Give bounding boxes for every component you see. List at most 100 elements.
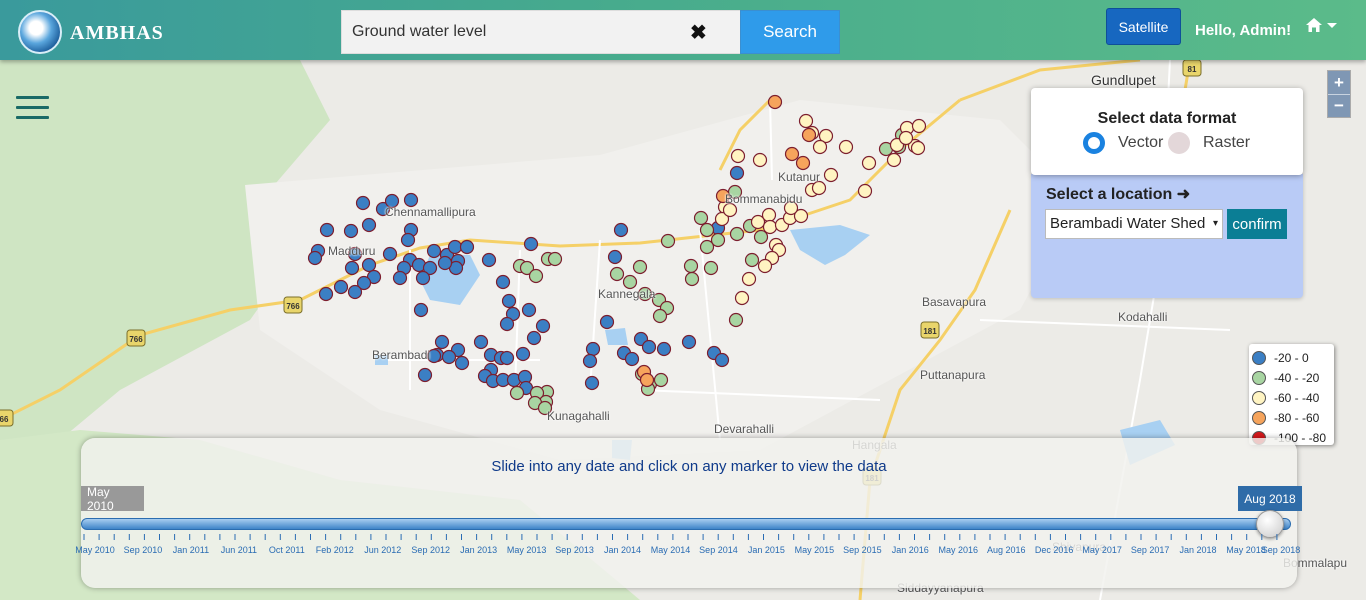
zoom-in-button[interactable]: + bbox=[1328, 71, 1350, 94]
well-marker bbox=[911, 118, 927, 134]
well-marker bbox=[599, 314, 615, 330]
place-label: Chennamallipura bbox=[385, 205, 476, 219]
well-marker bbox=[547, 251, 563, 267]
well-marker bbox=[499, 316, 515, 332]
timeline-tick-label: Oct 2011 bbox=[268, 545, 305, 555]
confirm-button[interactable]: confirm bbox=[1227, 209, 1287, 239]
well-marker bbox=[459, 239, 475, 255]
well-marker bbox=[434, 334, 450, 350]
raster-radio[interactable] bbox=[1168, 132, 1190, 154]
location-panel: Select a location ➜ Berambadi Water Shed… bbox=[1031, 174, 1303, 298]
well-marker bbox=[447, 239, 463, 255]
place-label: Kodahalli bbox=[1118, 310, 1168, 324]
vector-radio[interactable] bbox=[1083, 132, 1105, 154]
legend-item: -80 - -60 bbox=[1252, 408, 1334, 428]
well-marker bbox=[344, 260, 360, 276]
well-marker bbox=[886, 152, 902, 168]
legend-swatch bbox=[1252, 391, 1266, 405]
timeline-tick-label: Sep 2014 bbox=[699, 545, 738, 555]
zoom-out-button[interactable]: − bbox=[1328, 94, 1350, 117]
raster-label: Raster bbox=[1203, 134, 1251, 151]
place-label: Madduru bbox=[328, 244, 376, 258]
well-marker bbox=[762, 219, 778, 235]
well-marker bbox=[473, 334, 489, 350]
timeline-track[interactable] bbox=[81, 518, 1291, 530]
well-marker bbox=[857, 183, 873, 199]
well-marker bbox=[361, 217, 377, 233]
satellite-button[interactable]: Satellite bbox=[1106, 8, 1181, 45]
well-marker bbox=[653, 372, 669, 388]
search-input[interactable] bbox=[342, 11, 682, 53]
well-marker bbox=[437, 255, 453, 271]
select-arrow-icon: ▾ bbox=[1212, 218, 1218, 229]
well-marker bbox=[684, 271, 700, 287]
well-marker bbox=[499, 350, 515, 366]
legend-label: -20 - 0 bbox=[1274, 351, 1309, 365]
home-dropdown[interactable] bbox=[1305, 17, 1337, 33]
well-marker bbox=[528, 268, 544, 284]
well-marker bbox=[801, 127, 817, 143]
legend-item: -40 - -20 bbox=[1252, 368, 1334, 388]
well-marker bbox=[361, 257, 377, 273]
place-label: Bommanabidu bbox=[725, 192, 803, 206]
well-marker bbox=[607, 249, 623, 265]
search-button[interactable]: Search bbox=[740, 10, 840, 54]
well-marker bbox=[656, 341, 672, 357]
timeline-tick-label: Jun 2012 bbox=[364, 545, 402, 555]
timeline-tick-label: Jun 2011 bbox=[220, 545, 258, 555]
timeline-tick-label: Sep 2018 bbox=[1261, 545, 1301, 555]
timeline-tick-label: Sep 2013 bbox=[555, 545, 594, 555]
well-marker bbox=[413, 302, 429, 318]
legend-swatch bbox=[1252, 371, 1266, 385]
well-marker bbox=[734, 290, 750, 306]
legend-item: -20 - 0 bbox=[1252, 348, 1334, 368]
legend-label: -40 - -20 bbox=[1274, 371, 1320, 385]
well-marker bbox=[400, 232, 416, 248]
well-marker bbox=[441, 349, 457, 365]
well-marker bbox=[523, 236, 539, 252]
timeline-tick-label: Feb 2012 bbox=[315, 545, 354, 555]
app-logo bbox=[18, 10, 62, 54]
well-marker bbox=[730, 148, 746, 164]
well-marker bbox=[501, 293, 517, 309]
well-marker bbox=[632, 259, 648, 275]
timeline-ticks bbox=[83, 534, 1278, 540]
timeline-tick-label: Jan 2018 bbox=[1179, 545, 1217, 555]
timeline-tick-label: Jan 2015 bbox=[747, 545, 785, 555]
timeline-tick-label: Aug 2016 bbox=[986, 545, 1026, 555]
well-marker bbox=[681, 334, 697, 350]
timeline-tick-label: May 2017 bbox=[1082, 545, 1122, 555]
place-label: Devarahalli bbox=[714, 422, 775, 436]
well-marker bbox=[683, 258, 699, 274]
well-marker bbox=[795, 155, 811, 171]
well-marker bbox=[426, 243, 442, 259]
road-shield-number: 766 bbox=[286, 302, 300, 311]
well-marker bbox=[509, 385, 525, 401]
timeline-tick-label: Dec 2016 bbox=[1034, 545, 1074, 555]
place-label: Puttanapura bbox=[920, 368, 986, 382]
zoom-control: + − bbox=[1327, 70, 1351, 118]
timeline-tick-label: Sep 2010 bbox=[123, 545, 163, 555]
legend-item: -60 - -40 bbox=[1252, 388, 1334, 408]
menu-hamburger-icon[interactable] bbox=[16, 96, 50, 120]
minor-road bbox=[979, 319, 1231, 331]
road-shield-number: 66 bbox=[0, 415, 9, 424]
well-marker bbox=[415, 270, 431, 286]
well-marker bbox=[741, 271, 757, 287]
location-select-value: Berambadi Water Shed bbox=[1050, 215, 1206, 232]
well-marker bbox=[382, 246, 398, 262]
well-marker bbox=[729, 226, 745, 242]
clear-search-icon[interactable]: ✖ bbox=[690, 20, 707, 45]
timeline-start-label: May 2010 bbox=[81, 485, 144, 513]
well-marker bbox=[823, 167, 839, 183]
well-marker bbox=[898, 130, 914, 146]
location-select[interactable]: Berambadi Water Shed ▾ bbox=[1045, 209, 1223, 239]
well-marker bbox=[355, 195, 371, 211]
well-marker bbox=[392, 270, 408, 286]
well-marker bbox=[757, 258, 773, 274]
road-shield-number: 181 bbox=[923, 327, 937, 336]
home-icon bbox=[1306, 18, 1322, 32]
place-label: Berambadi bbox=[372, 348, 431, 362]
place-label: Kannegala bbox=[598, 287, 656, 301]
user-greeting: Hello, Admin! bbox=[1195, 22, 1292, 39]
